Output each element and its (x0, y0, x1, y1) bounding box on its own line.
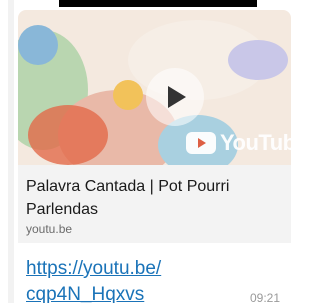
link-preview-info[interactable]: Palavra Cantada | Pot Pourri Parlendas y… (18, 165, 291, 243)
link-url-line-1: https://youtu.be/ (26, 258, 162, 279)
link-title: Palavra Cantada | Pot Pourri Parlendas (26, 178, 230, 218)
link-url-line-2: cqp4N_Hqxvs (26, 284, 145, 303)
youtube-wordmark: YouTube (220, 130, 291, 155)
blur-shape (113, 80, 143, 110)
status-bar-fragment (59, 0, 257, 7)
video-thumbnail[interactable]: YouTube (18, 10, 291, 165)
blur-shape (228, 40, 288, 80)
blur-shape (28, 105, 108, 165)
play-button[interactable] (146, 68, 204, 126)
link-domain: youtu.be (26, 222, 73, 236)
play-icon (168, 86, 186, 108)
message-bubble-edge (8, 0, 14, 303)
youtube-logo: YouTube (186, 125, 291, 161)
youtube-play-icon (186, 132, 216, 154)
blur-shape (18, 25, 58, 65)
message-link[interactable]: https://youtu.be/ cqp4N_Hqxvs (26, 256, 226, 303)
message-timestamp: 09:21 (250, 291, 281, 303)
